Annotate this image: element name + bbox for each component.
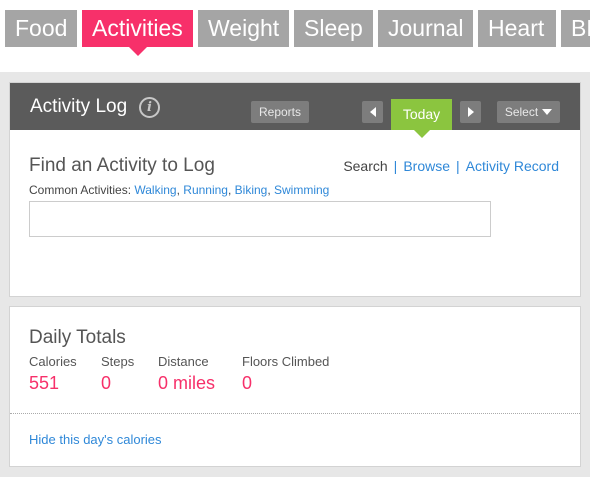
chevron-right-icon (467, 106, 474, 117)
search-mode-label[interactable]: Search (343, 158, 387, 174)
floors-climbed-value: 0 (242, 373, 253, 393)
common-activity-running[interactable]: Running (183, 183, 228, 197)
divider (10, 413, 580, 414)
activity-search-input[interactable] (29, 201, 491, 237)
tab-label: BP (571, 15, 590, 41)
tab-label: Activities (92, 15, 183, 41)
common-activity-swimming[interactable]: Swimming (274, 183, 329, 197)
chevron-left-icon (369, 106, 376, 117)
select-dropdown[interactable]: Select (497, 101, 560, 123)
steps-value: 0 (101, 373, 112, 393)
tab-weight[interactable]: Weight (198, 10, 289, 47)
previous-day-button[interactable] (362, 101, 383, 123)
select-label: Select (504, 105, 539, 119)
common-activities: Common Activities: Walking, Running, Bik… (29, 183, 330, 197)
today-label: Today (402, 106, 441, 122)
daily-totals-card: Daily Totals Calories Steps Distance Flo… (9, 306, 581, 467)
activity-log-card: Activity Log i Reports Today Select Find… (9, 82, 581, 297)
activity-record-link[interactable]: Activity Record (466, 158, 559, 174)
daily-totals-title: Daily Totals (29, 327, 126, 348)
calories-label: Calories (29, 354, 77, 369)
find-activity-title: Find an Activity to Log (29, 155, 215, 176)
tab-heart[interactable]: Heart (478, 10, 556, 47)
link-separator: | (393, 158, 398, 174)
distance-value: 0 miles (158, 373, 216, 393)
today-pointer (413, 130, 430, 138)
tab-food[interactable]: Food (5, 10, 77, 47)
common-activity-walking[interactable]: Walking (134, 183, 176, 197)
tab-sleep[interactable]: Sleep (294, 10, 373, 47)
hide-calories-link[interactable]: Hide this day's calories (29, 432, 162, 447)
chevron-down-icon (542, 108, 553, 115)
tab-activities[interactable]: Activities (82, 10, 193, 56)
distance-label: Distance (158, 354, 209, 369)
activity-log-header: Activity Log i Reports Today Select (10, 83, 580, 138)
top-tab-bar: Food Activities Weight Sleep Journal Hea… (0, 0, 590, 62)
steps-label: Steps (101, 354, 135, 369)
link-separator: | (456, 158, 460, 174)
active-tab-pointer (128, 47, 147, 56)
tab-journal[interactable]: Journal (378, 10, 473, 47)
tab-label: Food (15, 15, 68, 41)
tab-label: Heart (488, 15, 545, 41)
tab-label: Journal (388, 15, 464, 41)
activity-log-title: Activity Log (30, 96, 128, 117)
browse-link[interactable]: Browse (403, 158, 450, 174)
next-day-button[interactable] (460, 101, 481, 123)
calories-value: 551 (29, 373, 60, 393)
info-icon[interactable]: i (139, 97, 160, 118)
today-button[interactable]: Today (391, 99, 452, 138)
tab-bp[interactable]: BP (561, 10, 590, 47)
common-activities-label: Common Activities: (29, 183, 132, 197)
common-activity-biking[interactable]: Biking (235, 183, 268, 197)
tab-label: Sleep (304, 15, 363, 41)
reports-button[interactable]: Reports (251, 101, 309, 123)
tab-label: Weight (208, 15, 280, 41)
find-mode-links: Search | Browse | Activity Record (343, 158, 559, 174)
floors-climbed-label: Floors Climbed (242, 354, 330, 369)
